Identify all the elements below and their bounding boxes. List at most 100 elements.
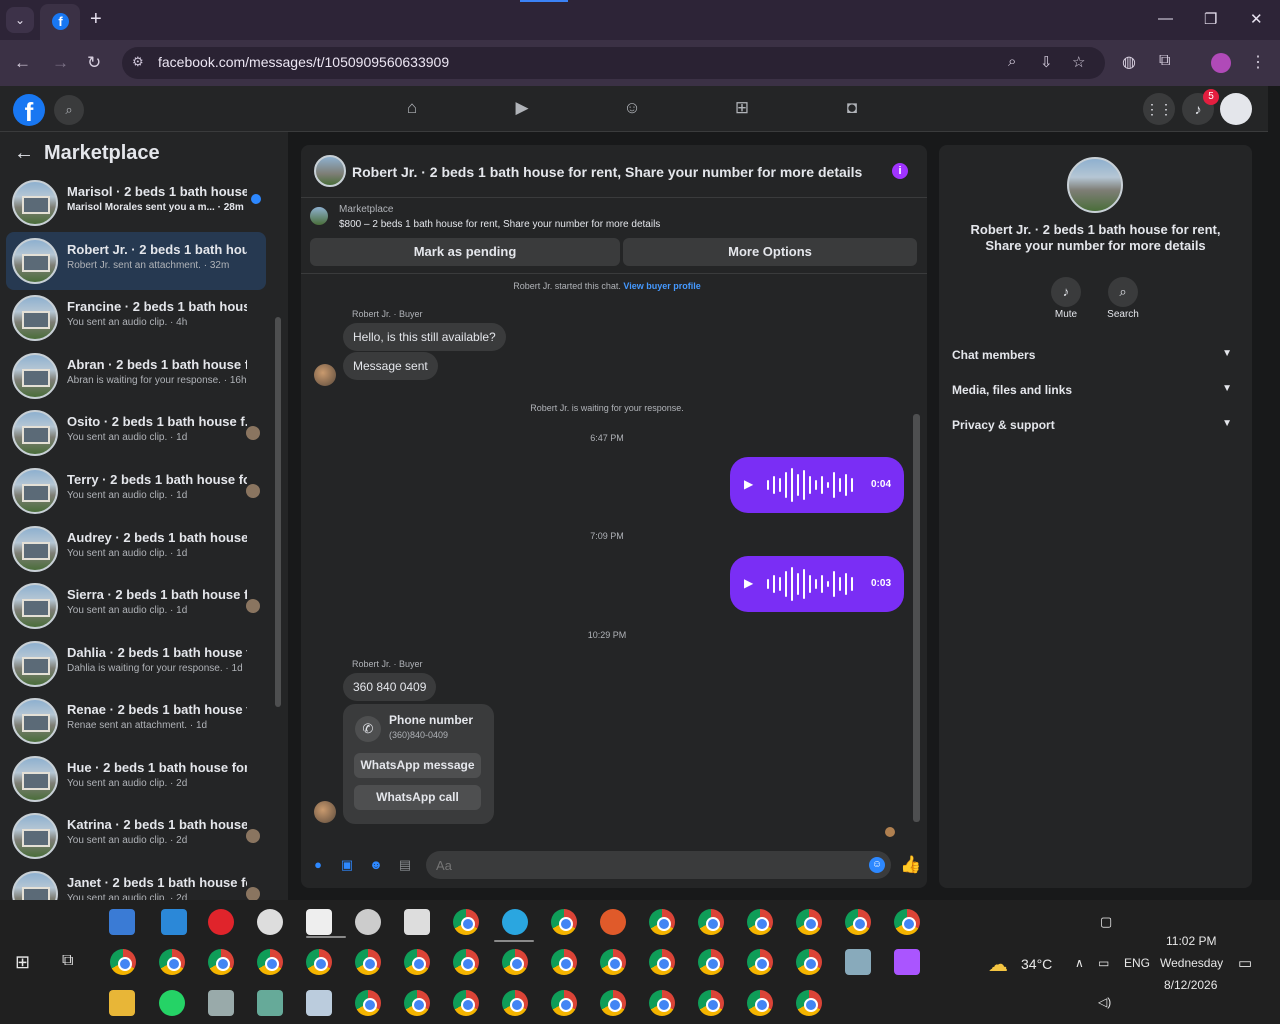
menu-grid-icon[interactable]: ⋮⋮ — [1143, 93, 1175, 125]
snip-icon[interactable] — [600, 909, 626, 935]
watch-icon[interactable]: ▶ — [511, 98, 533, 120]
message-bubble[interactable]: Message sent — [343, 352, 438, 380]
chrome-icon[interactable] — [747, 949, 773, 975]
network-icon[interactable]: ▭ — [1098, 956, 1109, 970]
play-icon[interactable]: ▶ — [744, 576, 753, 590]
page-scrollbar[interactable] — [1268, 86, 1280, 900]
play-icon[interactable]: ▶ — [744, 477, 753, 491]
conversation-item[interactable]: Sierra · 2 beds 1 bath house f... You sen… — [6, 577, 266, 635]
close-window-button[interactable]: ✕ — [1250, 10, 1263, 28]
opera-icon[interactable] — [208, 909, 234, 935]
chrome-icon[interactable] — [453, 990, 479, 1016]
chat-scrollbar[interactable] — [913, 414, 920, 822]
chrome-icon[interactable] — [110, 949, 136, 975]
app-icon[interactable] — [257, 990, 283, 1016]
show-hidden-icons-icon[interactable]: ∧ — [1075, 956, 1084, 970]
gaming-icon[interactable]: ◘ — [841, 98, 863, 120]
conversation-item[interactable]: Marisol · 2 beds 1 bath house ... Marisol… — [6, 174, 266, 232]
conversation-item[interactable]: Abran · 2 beds 1 bath house for ... Abran… — [6, 347, 266, 405]
browser-menu-icon[interactable]: ⋮ — [1250, 52, 1266, 72]
chrome-icon[interactable] — [747, 909, 773, 935]
chrome-icon[interactable] — [649, 949, 675, 975]
chrome-icon[interactable] — [355, 949, 381, 975]
listing-thumbnail[interactable] — [310, 207, 328, 225]
conversation-list-scrollbar[interactable] — [275, 317, 281, 707]
chrome-icon[interactable] — [845, 909, 871, 935]
emoji-icon[interactable]: ☺ — [869, 857, 885, 873]
chrome-icon[interactable] — [649, 990, 675, 1016]
restore-button[interactable]: ❐ — [1204, 10, 1217, 28]
chrome-icon[interactable] — [404, 949, 430, 975]
chrome-icon[interactable] — [551, 949, 577, 975]
chrome-icon[interactable] — [355, 990, 381, 1016]
clock-day[interactable]: Wednesday — [1160, 956, 1223, 970]
language-indicator[interactable]: ENG — [1124, 956, 1150, 970]
account-avatar[interactable] — [1220, 93, 1252, 125]
chrome-icon[interactable] — [208, 949, 234, 975]
home-icon[interactable]: ⌂ — [401, 98, 423, 120]
task-view-icon[interactable]: ⧉ — [62, 952, 73, 970]
chrome-icon[interactable] — [747, 990, 773, 1016]
whatsapp-message-button[interactable]: WhatsApp message — [354, 753, 481, 778]
message-bubble[interactable]: Hello, is this still available? — [343, 323, 506, 351]
conversation-item[interactable]: Hue · 2 beds 1 bath house for re... You s… — [6, 750, 266, 808]
sticker-icon[interactable]: ☻ — [368, 857, 384, 873]
conversation-item[interactable]: Francine · 2 beds 1 bath house f... You s… — [6, 289, 266, 347]
clock-time[interactable]: 11:02 PM — [1166, 934, 1216, 948]
view-buyer-profile-link[interactable]: View buyer profile — [623, 281, 700, 291]
app-icon[interactable] — [306, 990, 332, 1016]
site-info-icon[interactable]: ⚙ — [132, 54, 144, 70]
chat-avatar[interactable] — [314, 155, 346, 187]
audio-message[interactable]: ▶ 0:04 — [730, 457, 904, 513]
mute-bell-icon[interactable]: ♪ — [1051, 277, 1081, 307]
app-icon[interactable] — [208, 990, 234, 1016]
translate-icon[interactable]: ◍ — [1122, 52, 1136, 72]
zoom-icon[interactable]: ⌕ — [1008, 53, 1016, 70]
sender-avatar[interactable] — [314, 801, 336, 823]
browser-tab[interactable]: f — [40, 4, 80, 40]
chrome-icon[interactable] — [404, 990, 430, 1016]
bookmark-star-icon[interactable]: ☆ — [1072, 53, 1085, 71]
chrome-icon[interactable] — [796, 990, 822, 1016]
message-input[interactable] — [436, 851, 856, 879]
chrome-icon[interactable] — [600, 990, 626, 1016]
chrome-icon[interactable] — [257, 949, 283, 975]
conversation-item[interactable]: Janet · 2 beds 1 bath house fo... You sen… — [6, 865, 266, 900]
tab-search-icon[interactable]: ⌄ — [6, 7, 34, 33]
weather-icon[interactable]: ☁ — [988, 952, 1008, 977]
solitaire-icon[interactable] — [404, 909, 430, 935]
marketplace-icon[interactable]: ⊞ — [731, 98, 753, 120]
chrome-icon[interactable] — [796, 949, 822, 975]
chrome-icon[interactable] — [600, 949, 626, 975]
copilot-icon[interactable] — [894, 949, 920, 975]
listing-summary[interactable]: $800 – 2 beds 1 bath house for rent, Sha… — [339, 219, 660, 230]
chrome-icon[interactable] — [551, 990, 577, 1016]
friends-icon[interactable]: ☺ — [621, 98, 643, 120]
section-chat-members[interactable]: Chat members ▼ — [952, 348, 1242, 362]
url-text[interactable]: facebook.com/messages/t/1050909560633909 — [158, 54, 449, 70]
message-composer[interactable]: ☺ — [426, 851, 891, 879]
search-icon[interactable]: ⌕ — [1108, 277, 1138, 307]
chrome-icon[interactable] — [453, 949, 479, 975]
facebook-logo[interactable]: f — [13, 94, 45, 127]
profile-avatar-icon[interactable] — [1211, 53, 1231, 73]
gif-icon[interactable]: ▤ — [397, 857, 413, 873]
sender-avatar[interactable] — [314, 364, 336, 386]
audio-message[interactable]: ▶ 0:03 — [730, 556, 904, 612]
edge-icon[interactable] — [502, 909, 528, 935]
new-tab-button[interactable]: + — [90, 8, 102, 31]
store-icon[interactable] — [109, 909, 135, 935]
weather-temp[interactable]: 34°C — [1021, 956, 1052, 972]
conversation-item[interactable]: Robert Jr. · 2 beds 1 bath house ... Robe… — [6, 232, 266, 290]
install-app-icon[interactable]: ⇩ — [1040, 53, 1053, 71]
conversation-item[interactable]: Katrina · 2 beds 1 bath house ... You sen… — [6, 807, 266, 865]
whatsapp-call-button[interactable]: WhatsApp call — [354, 785, 481, 810]
photo-icon[interactable]: ▣ — [339, 857, 355, 873]
chrome-icon[interactable] — [698, 990, 724, 1016]
volume-icon[interactable]: ◁) — [1098, 995, 1111, 1009]
mark-pending-button[interactable]: Mark as pending — [310, 238, 620, 266]
message-bubble[interactable]: 360 840 0409 — [343, 673, 437, 701]
clock-date[interactable]: 8/12/2026 — [1164, 978, 1217, 992]
info-icon[interactable]: i — [892, 163, 908, 179]
conversation-item[interactable]: Terry · 2 beds 1 bath house fo... You sen… — [6, 462, 266, 520]
